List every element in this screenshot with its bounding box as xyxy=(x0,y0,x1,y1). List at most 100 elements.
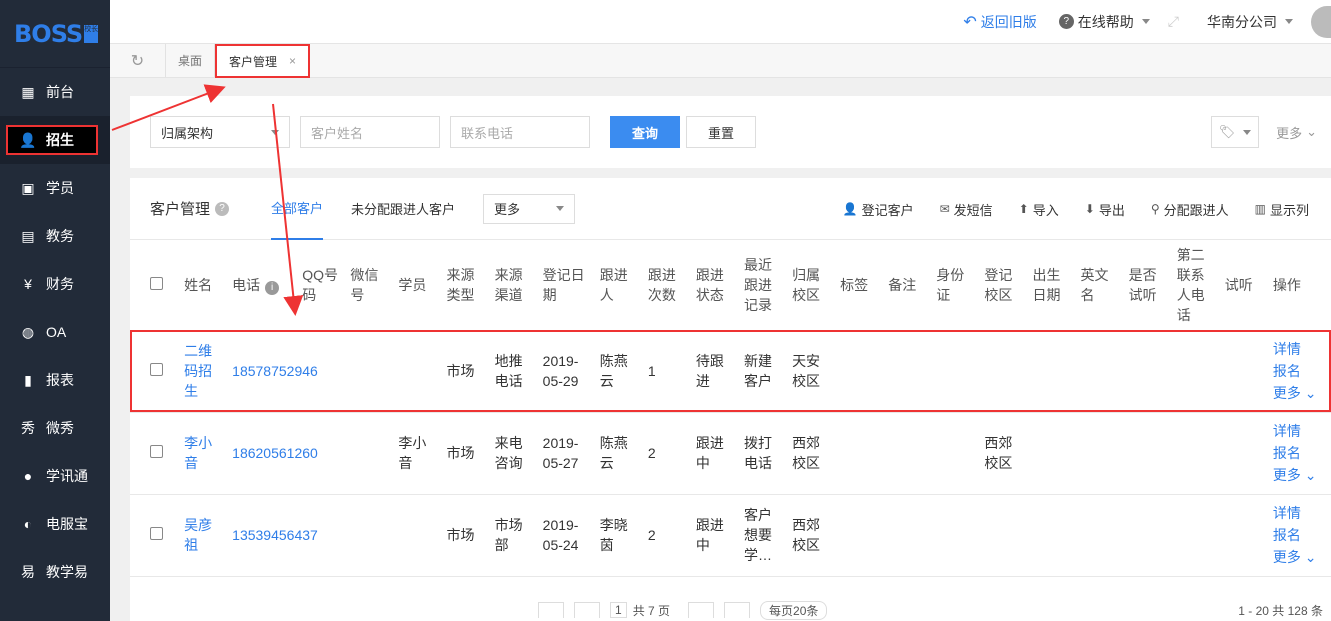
sidebar-item-9[interactable]: ◐ 电服宝 xyxy=(0,500,110,548)
tab-unassigned-customers[interactable]: 未分配跟进人客户 xyxy=(351,178,455,240)
tab-desk[interactable]: 桌面 xyxy=(166,44,216,77)
cell-src_type: 市场 xyxy=(442,494,491,577)
cell-phone[interactable]: 18620561260 xyxy=(228,412,318,495)
assign-follower-button[interactable]: ⚲ 分配跟进人 xyxy=(1151,200,1229,219)
cell-date: 2019-05-29 xyxy=(538,330,596,413)
table-row[interactable]: 李小音 18620561260 李小音 市场 来电咨询 2019-05-27 陈燕云 2 跟进中… xyxy=(130,412,1331,495)
export-button[interactable]: ⬇ 导出 xyxy=(1085,200,1125,219)
sidebar-item-8[interactable]: ● 学讯通 xyxy=(0,452,110,500)
help-icon[interactable]: ? xyxy=(215,201,230,216)
id-card-icon: ▣ xyxy=(21,179,35,196)
row-checkbox[interactable] xyxy=(150,445,163,458)
reset-button[interactable]: 重置 xyxy=(686,116,756,148)
prev-page-button[interactable] xyxy=(574,602,600,618)
sidebar-item-2[interactable]: ▣ 学员 xyxy=(0,164,110,212)
import-button[interactable]: ⬆ 导入 xyxy=(1019,200,1059,219)
sidebar-item-10[interactable]: 易教学易 xyxy=(0,548,110,596)
sidebar-item-4[interactable]: ¥ 财务 xyxy=(0,260,110,308)
last-page-button[interactable] xyxy=(724,602,751,618)
sidebar-item-1[interactable]: 👤 招生 xyxy=(0,116,110,164)
cell-name[interactable]: 二维码招生 xyxy=(180,330,229,413)
sidebar-item-0[interactable]: ▦ 前台 xyxy=(0,68,110,116)
cell-empty xyxy=(836,330,885,413)
cell-empty xyxy=(884,330,933,413)
cell-src_type: 市场 xyxy=(442,412,491,495)
cell-src_channel: 市场部 xyxy=(490,494,539,577)
display-columns-button[interactable]: ▥ 显示列 xyxy=(1255,200,1309,219)
send-sms-button[interactable]: ✉ 发短信 xyxy=(940,200,993,219)
column-header-label: 备注 xyxy=(888,276,917,293)
action-label: 导入 xyxy=(1032,202,1059,218)
cell-phone[interactable]: 13539456437 xyxy=(228,494,318,577)
column-header: 学员 xyxy=(394,240,443,331)
tab-all-customers[interactable]: 全部客户 xyxy=(271,178,324,240)
info-icon[interactable]: i xyxy=(265,280,280,295)
detail-link[interactable]: 详情 xyxy=(1273,502,1327,524)
per-page-select[interactable]: 每页20条 xyxy=(760,600,828,620)
cell-phone[interactable]: 18578752946 xyxy=(228,330,318,413)
branch-menu[interactable]: 华南分公司 xyxy=(1207,12,1293,32)
register-customer-icon: 👤 xyxy=(842,202,858,216)
row-checkbox[interactable] xyxy=(150,363,163,376)
enroll-link[interactable]: 报名 xyxy=(1273,524,1327,546)
tab-customer-management[interactable]: 客户管理 × xyxy=(215,44,311,78)
more-filters-link[interactable]: 更多 ⌄ xyxy=(1276,123,1317,142)
customer-name-input[interactable]: 客户姓名 xyxy=(300,116,440,148)
cell-campus: 西郊校区 xyxy=(788,494,837,577)
phone-input[interactable]: 联系电话 xyxy=(450,116,590,148)
cell-empty xyxy=(1220,494,1269,577)
action-label: 导出 xyxy=(1098,202,1125,218)
cell-student xyxy=(394,330,443,413)
sidebar-item-highlight: 👤 招生 xyxy=(6,125,98,155)
detail-link[interactable]: 详情 xyxy=(1273,338,1327,360)
close-icon[interactable]: × xyxy=(289,54,296,68)
table-row[interactable]: 二维码招生 18578752946 市场 地推电话 2019-05-29 陈燕云 1 待跟进新… xyxy=(130,330,1331,413)
enroll-link[interactable]: 报名 xyxy=(1273,442,1327,464)
detail-link[interactable]: 详情 xyxy=(1273,420,1327,442)
next-page-button[interactable] xyxy=(688,602,715,618)
column-header-label: 第二联系人电话 xyxy=(1176,246,1205,323)
logo[interactable]: BOSS 校长 xyxy=(0,0,110,68)
column-header: 来源渠道 xyxy=(490,240,539,331)
more-ops-link[interactable]: 更多 ⌄ xyxy=(1273,464,1327,486)
row-select-cell xyxy=(130,412,181,495)
column-header-label: 是否试听 xyxy=(1128,266,1157,303)
fullscreen-button[interactable]: ⤢ xyxy=(1168,13,1179,30)
cell-empty xyxy=(1124,330,1173,413)
more-ops-link[interactable]: 更多 ⌄ xyxy=(1273,382,1327,404)
refresh-icon[interactable]: ↻ xyxy=(110,44,166,77)
chevron-down-icon xyxy=(556,206,565,211)
query-button[interactable]: 查询 xyxy=(610,116,680,148)
column-header-label: 学员 xyxy=(398,276,427,293)
enroll-link[interactable]: 报名 xyxy=(1273,360,1327,382)
row-checkbox[interactable] xyxy=(150,527,163,540)
org-select[interactable]: 归属架构 xyxy=(150,116,290,148)
cell-empty xyxy=(1220,330,1269,413)
cell-name[interactable]: 李小音 xyxy=(180,412,229,495)
sidebar-item-6[interactable]: ▮ 报表 xyxy=(0,356,110,404)
action-label: 分配跟进人 xyxy=(1163,202,1229,218)
register-customer-button[interactable]: 👤 登记客户 xyxy=(843,200,914,219)
first-page-button[interactable] xyxy=(538,602,564,618)
more-ops-label: 更多 xyxy=(1272,467,1301,483)
tag-filter-button[interactable]: 🏷 xyxy=(1211,116,1259,148)
column-header: 微信号 xyxy=(346,240,395,331)
help-menu[interactable]: ? 在线帮助 xyxy=(1058,12,1150,32)
select-all-checkbox[interactable] xyxy=(150,276,163,290)
help-label: 在线帮助 xyxy=(1077,13,1134,30)
sidebar-item-3[interactable]: ▤ 教务 xyxy=(0,212,110,260)
cell-name[interactable]: 吴彦祖 xyxy=(180,494,229,577)
back-old-version-link[interactable]: ↶ 返回旧版 xyxy=(963,12,1036,32)
table-row[interactable]: 吴彦祖 13539456437 市场 市场部 2019-05-24 李晓茵 2 跟进中 客户想要… xyxy=(130,494,1331,577)
more-select[interactable]: 更多 xyxy=(483,193,576,224)
chevron-down-icon xyxy=(1285,19,1293,24)
sidebar-item-5[interactable]: ◍ OA xyxy=(0,308,110,356)
more-ops-link[interactable]: 更多 ⌄ xyxy=(1273,546,1327,568)
sidebar-item-label: 电服宝 xyxy=(46,516,88,532)
page-input[interactable]: 1 xyxy=(610,602,627,618)
cell-owner: 陈燕云 xyxy=(595,412,644,495)
cell-empty xyxy=(1172,330,1221,413)
avatar[interactable] xyxy=(1311,5,1331,38)
column-header: 第二联系人电话 xyxy=(1172,240,1221,331)
sidebar-item-7[interactable]: 秀微秀 xyxy=(0,404,110,452)
